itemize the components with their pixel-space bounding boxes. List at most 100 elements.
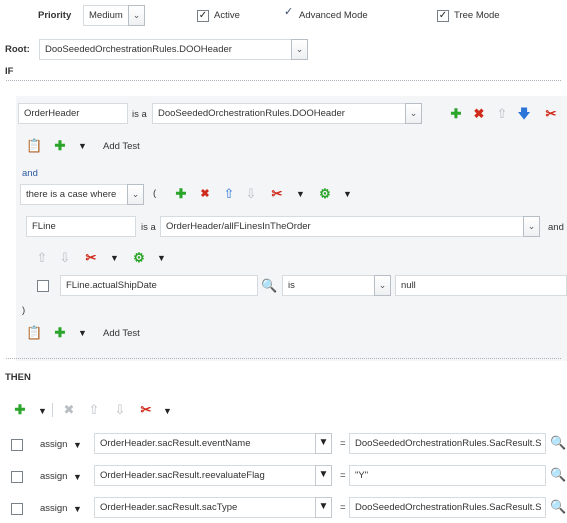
plus-icon[interactable]: ✚ [174,187,188,201]
action-verb-caret-icon[interactable]: ▼ [73,470,82,484]
add-test-link[interactable]: Add Test [103,141,140,152]
close-paren: ) [22,305,26,316]
arrow-up-icon[interactable]: ⇧ [222,187,236,201]
action-value-input[interactable]: DooSeededOrchestrationRules.SacResult.S [349,433,546,454]
plus-icon[interactable]: ✚ [53,326,67,340]
condition1-type-select[interactable]: DooSeededOrchestrationRules.DOOHeader [152,103,406,124]
action-select-checkbox[interactable] [11,471,23,483]
root-dropdown-button[interactable]: ⌄ [291,39,308,60]
test-field-input[interactable]: FLine.actualShipDate [60,275,258,296]
add-test-link[interactable]: Add Test [103,328,140,339]
advanced-mode-label: Advanced Mode [299,10,368,21]
cut-menu-caret-icon[interactable]: ▼ [110,251,119,265]
search-icon[interactable]: 🔍 [550,468,566,482]
condition2-type-dropdown[interactable]: ⌄ [523,216,540,237]
condition1-variable-input[interactable]: OrderHeader [18,103,128,124]
test-value: null [401,280,416,291]
action-value-input[interactable]: DooSeededOrchestrationRules.SacResult.S [349,497,546,518]
test-select-checkbox[interactable] [37,280,49,292]
action-target-input[interactable]: OrderHeader.sacResult.eventName [94,433,316,454]
condition1-type-dropdown[interactable]: ⌄ [405,103,422,124]
add-menu-caret-icon[interactable]: ▼ [78,326,87,340]
plus-icon[interactable]: ✚ [13,403,27,417]
root-select[interactable]: DooSeededOrchestrationRules.DOOHeader [39,39,292,60]
tree-mode-checkbox[interactable]: ✓ [437,10,449,22]
arrow-down-icon[interactable]: ⇩ [244,187,258,201]
condition2-variable-input[interactable]: FLine [26,216,136,237]
chevron-down-icon: ⌄ [295,44,304,54]
action-equals: = [340,470,346,481]
active-checkbox[interactable]: ✓ [197,10,209,22]
chevron-down-icon: ⌄ [527,221,536,231]
action-target-input[interactable]: OrderHeader.sacResult.reevaluateFlag [94,465,316,486]
action-select-checkbox[interactable] [11,439,23,451]
divider [6,80,561,81]
gear-menu-caret-icon[interactable]: ▼ [157,251,166,265]
action-verb[interactable]: assign [40,503,67,514]
cut-menu-caret-icon[interactable]: ▼ [163,404,172,418]
plus-icon[interactable]: ✚ [449,107,463,121]
test-operator-select[interactable]: is [282,275,375,296]
priority-value: Medium [89,10,123,21]
action-target: OrderHeader.sacResult.sacType [100,502,238,513]
condition2-type-select[interactable]: OrderHeader/allFLinesInTheOrder [160,216,524,237]
gear-icon[interactable]: ⚙ [132,251,146,265]
arrow-up-icon[interactable]: ⇧ [35,251,49,265]
add-menu-caret-icon[interactable]: ▼ [78,139,87,153]
delete-icon[interactable]: ✖ [198,187,212,201]
action-verb-caret-icon[interactable]: ▼ [73,438,82,452]
search-icon[interactable]: 🔍 [261,279,277,293]
condition2-variable: FLine [32,221,56,232]
root-value: DooSeededOrchestrationRules.DOOHeader [45,44,232,55]
priority-select[interactable]: Medium [83,5,129,26]
action-verb[interactable]: assign [40,471,67,482]
action-target-input[interactable]: OrderHeader.sacResult.sacType [94,497,316,518]
scissors-icon[interactable]: ✂ [270,187,284,201]
test-operator: is [288,280,295,291]
clipboard-icon[interactable]: 📋 [26,326,42,340]
plus-icon[interactable]: ✚ [53,139,67,153]
case-where-dropdown[interactable]: ⌄ [127,184,144,205]
action-value-input[interactable]: "Y" [349,465,546,486]
cut-menu-caret-icon[interactable]: ▼ [296,187,305,201]
triangle-down-icon: ▼ [318,501,329,512]
priority-label: Priority [38,10,72,21]
test-value-input[interactable]: null [395,275,567,296]
priority-dropdown-button[interactable]: ⌄ [128,5,145,26]
case-where-select[interactable]: there is a case where [20,184,128,205]
action-verb[interactable]: assign [40,439,67,450]
search-icon[interactable]: 🔍 [550,436,566,450]
arrow-down-icon[interactable]: 🡇 [517,107,531,121]
arrow-down-icon[interactable]: ⇩ [113,403,127,417]
clipboard-icon[interactable]: 📋 [26,139,42,153]
gear-menu-caret-icon[interactable]: ▼ [343,187,352,201]
scissors-icon[interactable]: ✂ [84,251,98,265]
arrow-up-icon[interactable]: ⇧ [495,107,509,121]
arrow-up-icon[interactable]: ⇧ [87,403,101,417]
checkmark-icon: ✓ [198,10,208,21]
test-operator-dropdown[interactable]: ⌄ [374,275,391,296]
arrow-down-icon[interactable]: ⇩ [58,251,72,265]
action-verb-caret-icon[interactable]: ▼ [73,502,82,516]
action-target-dropdown[interactable]: ▼ [315,497,332,518]
action-target-dropdown[interactable]: ▼ [315,433,332,454]
scissors-icon[interactable]: ✂ [139,403,153,417]
condition1-variable: OrderHeader [24,108,80,119]
chevron-down-icon: ⌄ [409,108,418,118]
chevron-down-icon: ⌄ [131,189,140,199]
search-icon[interactable]: 🔍 [550,500,566,514]
x-icon[interactable]: ✖ [472,107,486,121]
add-menu-caret-icon[interactable]: ▼ [38,404,47,418]
open-paren: ( [153,188,157,199]
action-value: DooSeededOrchestrationRules.SacResult.S [355,502,542,513]
chevron-down-icon: ⌄ [378,280,387,290]
checkmark-icon: ✓ [438,10,448,21]
gear-icon[interactable]: ⚙ [318,187,332,201]
advanced-mode-checkmark-icon[interactable]: ✓ [284,5,293,18]
action-select-checkbox[interactable] [11,503,23,515]
x-icon[interactable]: ✖ [62,403,76,417]
action-target: OrderHeader.sacResult.eventName [100,438,251,449]
action-target-dropdown[interactable]: ▼ [315,465,332,486]
then-heading: THEN [5,372,31,383]
scissors-icon[interactable]: ✂ [544,107,558,121]
